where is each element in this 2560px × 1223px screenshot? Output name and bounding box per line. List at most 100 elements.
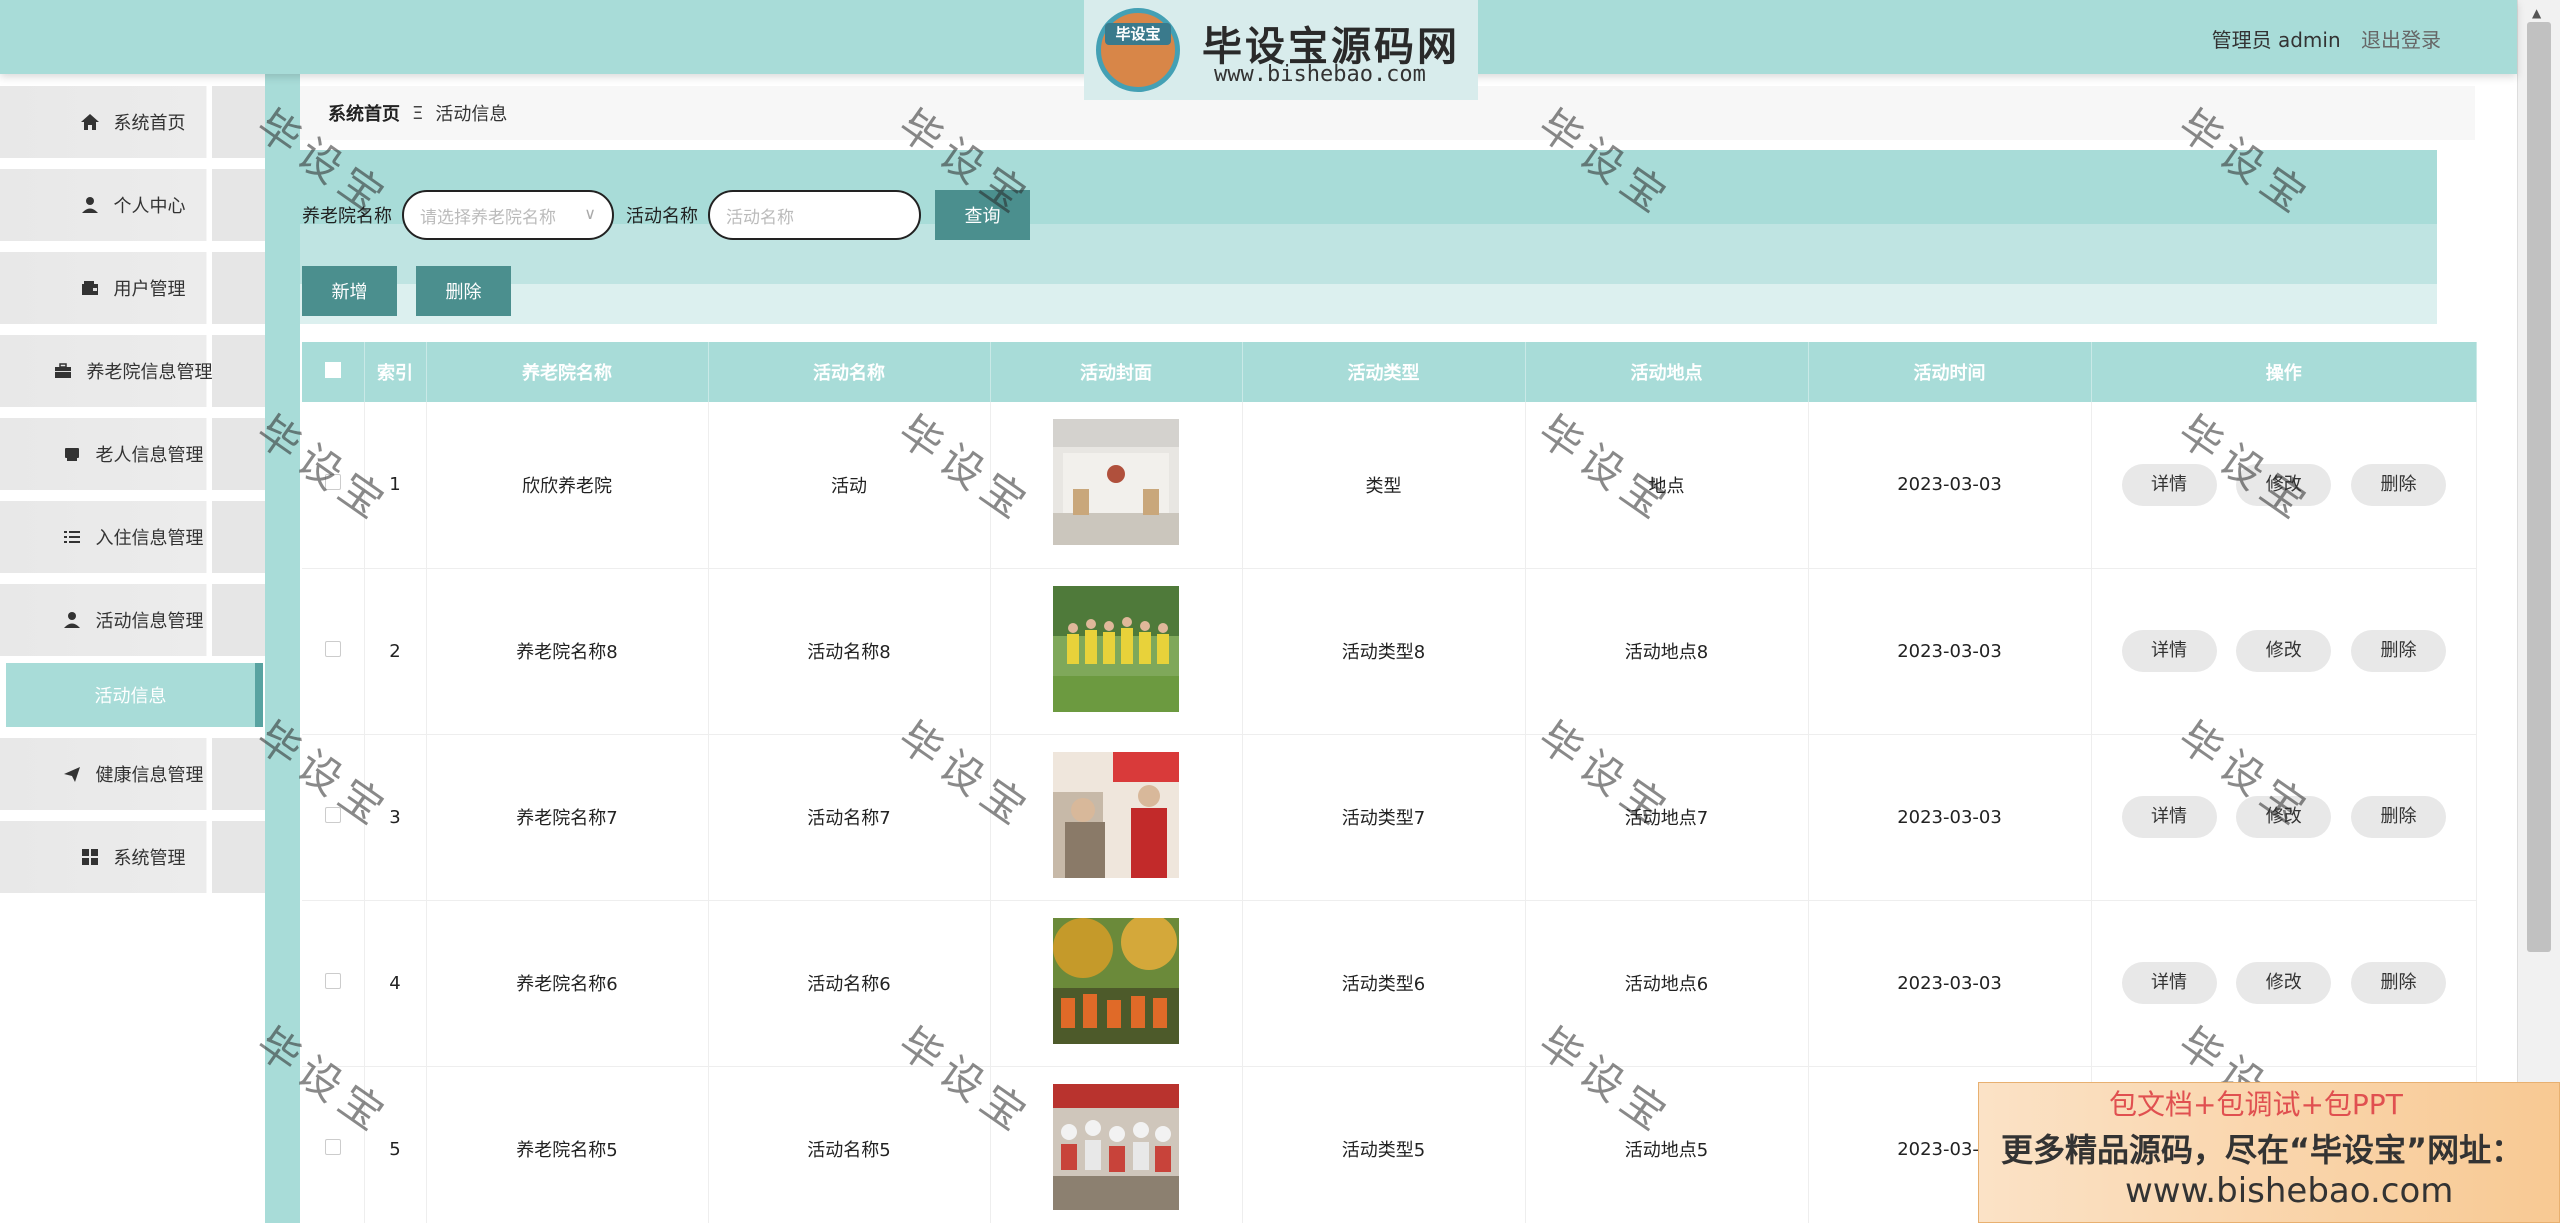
cell-time: 2023-03-03: [1808, 734, 2092, 901]
detail-button[interactable]: 详情: [2121, 796, 2217, 838]
cell-actions: 详情 修改 删除: [2091, 402, 2477, 569]
sidebar-item-profile[interactable]: 个人中心: [0, 169, 265, 241]
cell-place: 活动地点7: [1525, 734, 1809, 901]
sidebar-item-nursing-home[interactable]: 养老院信息管理: [0, 335, 265, 407]
cell-home: 养老院名称6: [426, 900, 709, 1067]
scroll-thumb[interactable]: [2527, 22, 2551, 952]
ad-banner[interactable]: 包文档+包调试+包PPT 更多精品源码，尽在“毕设宝”网址： www.bishe…: [1978, 1082, 2560, 1223]
activity-name-input[interactable]: 活动名称: [708, 190, 921, 240]
sidebar-item-users[interactable]: 用户管理: [0, 252, 265, 324]
cell-cover: [990, 1066, 1243, 1223]
input-placeholder: 活动名称: [726, 207, 794, 228]
list-icon: [63, 531, 80, 543]
cell-type: 活动类型8: [1242, 568, 1526, 735]
sidebar-item-health[interactable]: 健康信息管理: [0, 738, 265, 810]
add-button[interactable]: 新增: [302, 266, 397, 316]
cell-cover: [990, 734, 1243, 901]
sidebar-item-label: 个人中心: [113, 196, 186, 217]
cell-type: 活动类型6: [1242, 900, 1526, 1067]
delete-button[interactable]: 删除: [2350, 962, 2446, 1004]
cell-place: 活动地点8: [1525, 568, 1809, 735]
cell-type: 类型: [1242, 402, 1526, 569]
vertical-scrollbar[interactable]: ▲ ▼: [2517, 0, 2560, 1223]
cell-home: 养老院名称8: [426, 568, 709, 735]
cell-type: 活动类型7: [1242, 734, 1526, 901]
activity-cover-image[interactable]: [1053, 751, 1179, 878]
sidebar-item-label: 系统首页: [113, 113, 186, 134]
activity-cover-image[interactable]: [1053, 585, 1179, 712]
delete-button[interactable]: 删除: [2350, 630, 2446, 672]
cell-home: 养老院名称5: [426, 1066, 709, 1223]
col-home: 养老院名称: [426, 342, 709, 402]
briefcase-icon: [54, 363, 71, 378]
row-checkbox[interactable]: [324, 972, 341, 989]
delete-button[interactable]: 删除: [2350, 463, 2446, 506]
activity-cover-image[interactable]: [1053, 1083, 1179, 1210]
row-checkbox-cell: [302, 1066, 365, 1223]
edit-button[interactable]: 修改: [2236, 962, 2332, 1004]
delete-button[interactable]: 删除: [2350, 796, 2446, 838]
activity-cover-image[interactable]: [1053, 419, 1179, 546]
cell-name: 活动名称5: [708, 1066, 991, 1223]
row-checkbox[interactable]: [324, 806, 341, 823]
user-label: 管理员 admin: [2211, 28, 2341, 52]
sidebar-item-system[interactable]: 系统管理: [0, 821, 265, 893]
query-button[interactable]: 查询: [935, 190, 1030, 240]
sidebar-item-label: 系统管理: [113, 848, 186, 869]
sidebar-item-label: 入住信息管理: [95, 528, 204, 549]
row-checkbox[interactable]: [324, 474, 341, 491]
sidebar-item-home[interactable]: 系统首页: [0, 86, 265, 158]
wallet-icon: [81, 281, 98, 295]
table-row: 1 欣欣养老院 活动 类型 地点 2023-03-03 详情 修改 删除: [302, 402, 2477, 569]
site-logo: 毕设宝 毕设宝源码网 www.bishebao.com: [1084, 0, 1478, 100]
logo-url: www.bishebao.com: [1214, 62, 1426, 87]
col-index: 索引: [364, 342, 427, 402]
activity-cover-image[interactable]: [1053, 917, 1179, 1044]
sidebar-subitem-activity-info[interactable]: 活动信息: [6, 663, 263, 727]
ad-line1: 包文档+包调试+包PPT: [2109, 1088, 2403, 1121]
cell-index: 2: [364, 568, 427, 735]
sidebar-item-label: 用户管理: [113, 279, 186, 300]
grid-icon: [81, 849, 98, 865]
cell-name: 活动名称6: [708, 900, 991, 1067]
cell-home: 欣欣养老院: [426, 402, 709, 569]
sidebar-item-activity[interactable]: 活动信息管理: [0, 584, 265, 656]
edit-button[interactable]: 修改: [2236, 630, 2332, 672]
col-place: 活动地点: [1525, 342, 1809, 402]
nursing-home-label: 养老院名称: [302, 206, 392, 227]
edit-button[interactable]: 修改: [2236, 463, 2332, 506]
nursing-home-select[interactable]: 请选择养老院名称 ∨: [402, 190, 614, 240]
sidebar-item-checkin[interactable]: 入住信息管理: [0, 501, 265, 573]
row-checkbox[interactable]: [324, 640, 341, 657]
table-row: 3 养老院名称7 活动名称7 活动类型7 活动地点7 2023-03-03 详情…: [302, 734, 2477, 901]
breadcrumb-current: 活动信息: [435, 104, 508, 125]
user-icon: [63, 612, 80, 628]
detail-button[interactable]: 详情: [2121, 630, 2217, 672]
cell-time: 2023-03-03: [1808, 568, 2092, 735]
detail-button[interactable]: 详情: [2121, 463, 2217, 506]
breadcrumb-home[interactable]: 系统首页: [328, 100, 400, 126]
ad-line3: www.bishebao.com: [2125, 1171, 2454, 1211]
detail-button[interactable]: 详情: [2121, 962, 2217, 1004]
sidebar-item-label: 养老院信息管理: [86, 362, 213, 383]
batch-delete-button[interactable]: 删除: [416, 266, 511, 316]
cell-cover: [990, 568, 1243, 735]
select-all-checkbox[interactable]: [324, 361, 341, 378]
sidebar-item-label: 健康信息管理: [95, 765, 204, 786]
row-checkbox-cell: [302, 568, 365, 735]
scroll-up-icon[interactable]: ▲: [2532, 6, 2541, 20]
cell-actions: 详情 修改 删除: [2091, 734, 2477, 901]
row-checkbox[interactable]: [324, 1138, 341, 1155]
table-header-row: 索引 养老院名称 活动名称 活动封面 活动类型 活动地点 活动时间 操作: [302, 342, 2477, 402]
col-name: 活动名称: [708, 342, 991, 402]
col-actions: 操作: [2091, 342, 2477, 402]
activity-name-label: 活动名称: [626, 206, 698, 227]
sidebar-item-label: 活动信息管理: [95, 611, 204, 632]
row-checkbox-cell: [302, 402, 365, 569]
search-form: 养老院名称 请选择养老院名称 ∨ 活动名称 活动名称 查询: [302, 190, 1030, 240]
cell-cover: [990, 900, 1243, 1067]
sidebar-item-elderly[interactable]: 老人信息管理: [0, 418, 265, 490]
logout-link[interactable]: 退出登录: [2361, 28, 2441, 52]
cell-index: 5: [364, 1066, 427, 1223]
edit-button[interactable]: 修改: [2236, 796, 2332, 838]
